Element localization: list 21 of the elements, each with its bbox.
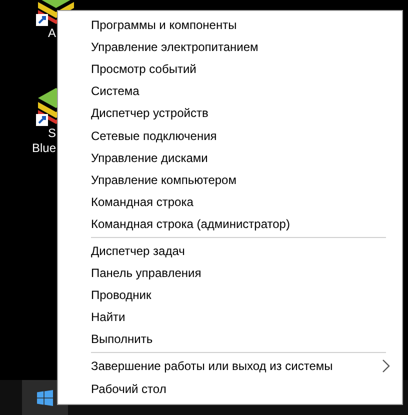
menu-item[interactable]: Завершение работы или выход из системы: [58, 355, 402, 378]
menu-item[interactable]: Диспетчер устройств: [58, 102, 402, 124]
menu-item[interactable]: Выполнить: [58, 328, 402, 350]
menu-item[interactable]: Найти: [58, 306, 402, 328]
desktop-icon-label: A: [48, 26, 56, 41]
menu-item[interactable]: Командная строка (администратор): [58, 212, 402, 235]
desktop-icon-label: S: [48, 126, 56, 141]
menu-item[interactable]: Сетевые подключения: [58, 124, 402, 147]
menu-item[interactable]: Панель управления: [58, 262, 402, 284]
menu-item[interactable]: Диспетчер задач: [58, 240, 402, 262]
menu-item[interactable]: Рабочий стол: [58, 378, 402, 400]
menu-item[interactable]: Управление дисками: [58, 146, 402, 169]
menu-item[interactable]: Система: [58, 80, 402, 102]
menu-item[interactable]: Управление компьютером: [58, 168, 402, 191]
desktop-icon-label: Blue: [32, 141, 56, 156]
menu-item[interactable]: Управление электропитанием: [58, 36, 402, 58]
menu-item[interactable]: Проводник: [58, 284, 402, 306]
windows-logo-icon: [37, 390, 53, 406]
menu-item[interactable]: Программы и компоненты: [58, 14, 402, 36]
menu-item[interactable]: Командная строка: [58, 190, 402, 213]
menu-item[interactable]: Просмотр событий: [58, 58, 402, 80]
